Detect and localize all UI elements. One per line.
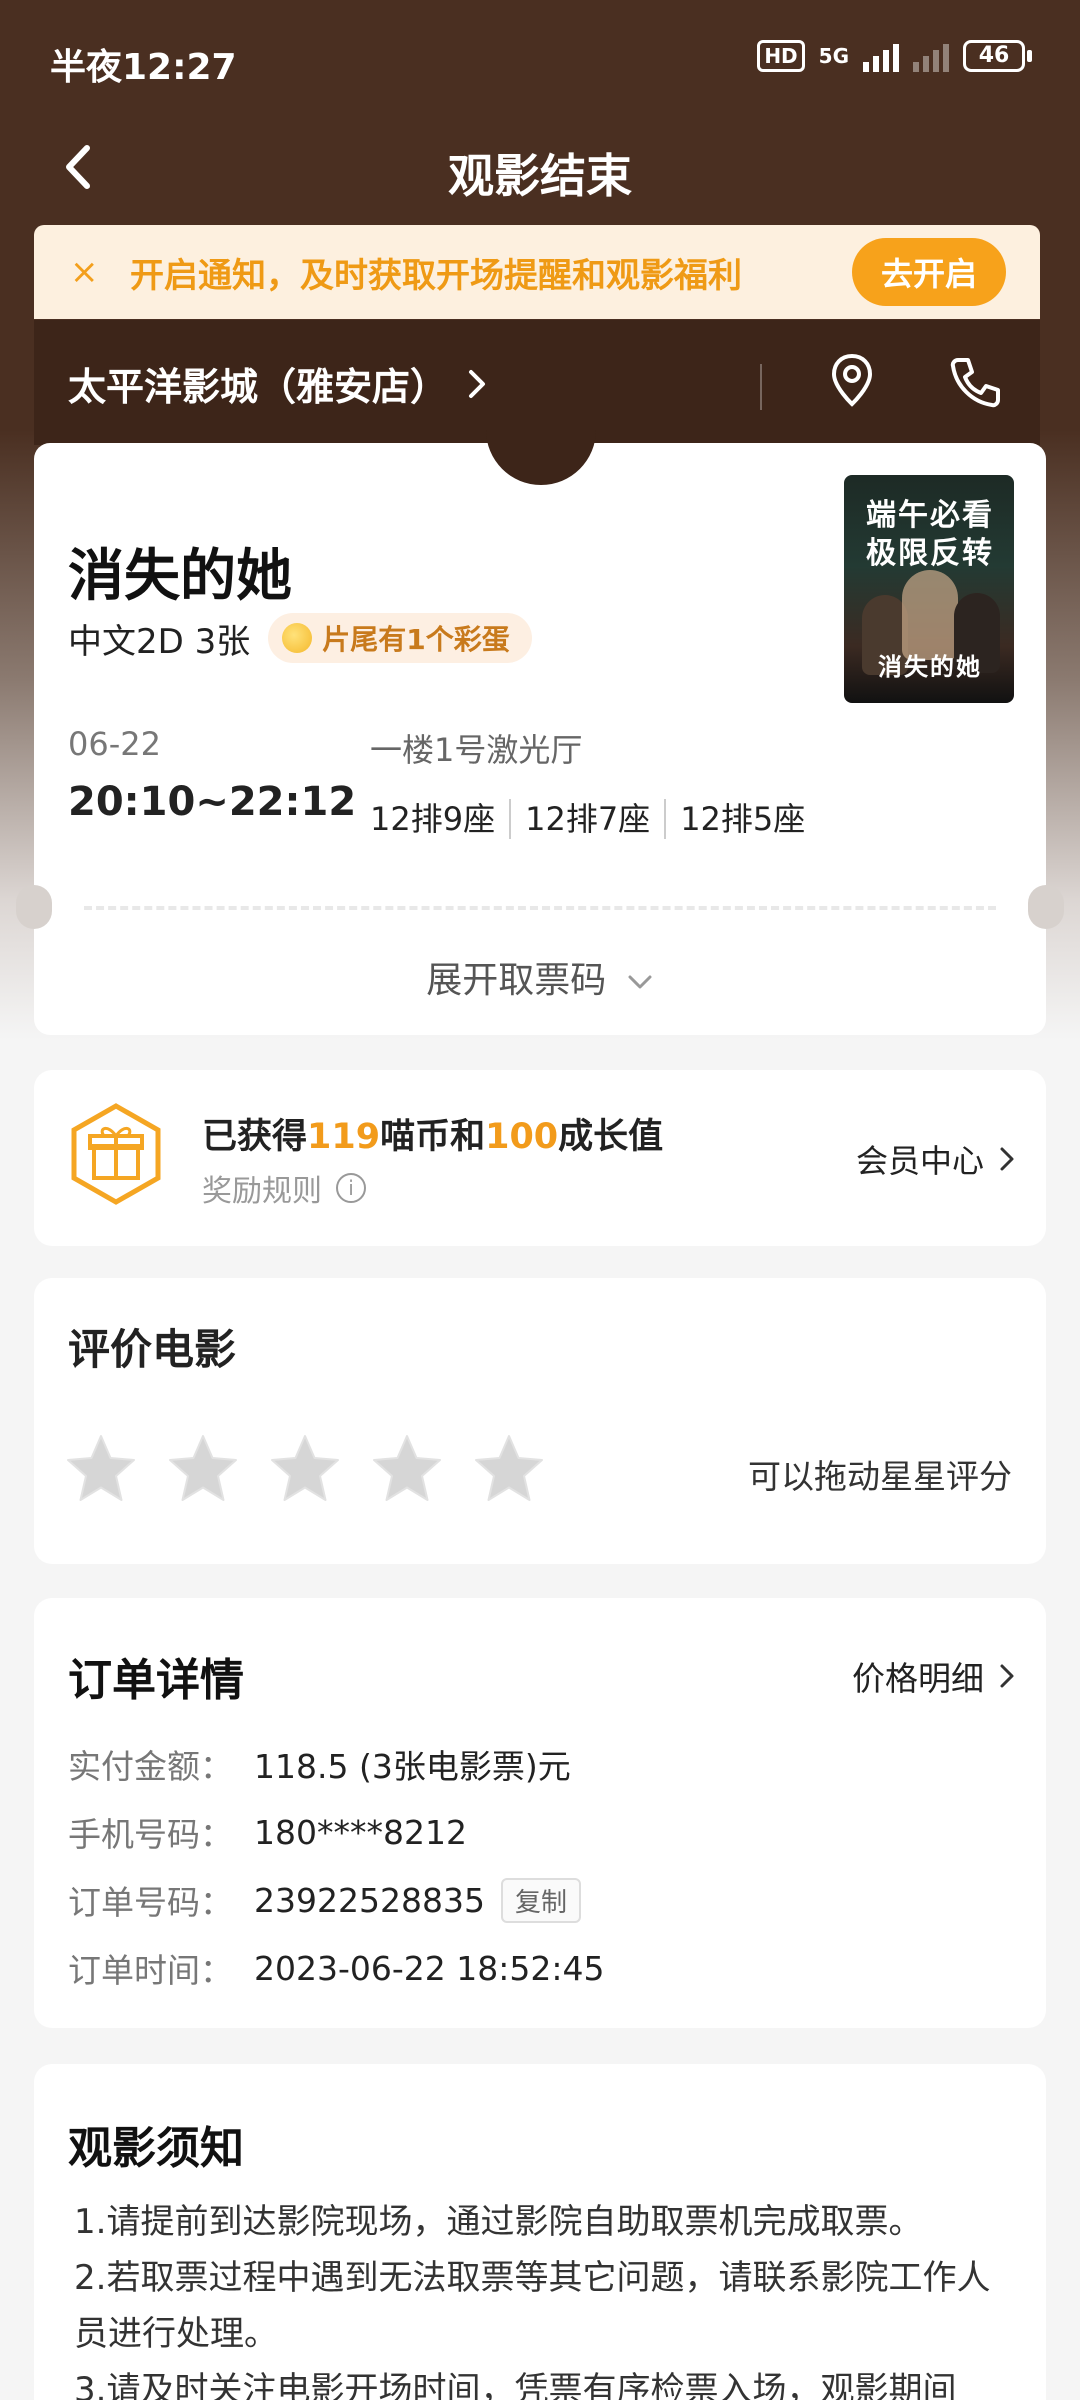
order-row-number: 订单号码： 23922528835 复制	[68, 1876, 581, 1924]
status-time: 半夜12:27	[50, 47, 237, 88]
expand-ticket-code-button[interactable]: 展开取票码	[34, 951, 1046, 1003]
status-bar: 半夜12:27 HD 5G 46	[0, 0, 1080, 122]
show-time: 20:10~22:12	[68, 779, 357, 825]
reward-rule-label: 奖励规则	[202, 1174, 322, 1209]
notice-item: 3.请及时关注电影开场时间，凭票有序检票入场，观影期间	[74, 2370, 957, 2400]
notification-banner: × 开启通知，及时获取开场提醒和观影福利 去开启	[34, 225, 1040, 319]
member-center-link[interactable]: 会员中心	[856, 1136, 1016, 1182]
star-icon[interactable]	[64, 1432, 138, 1506]
reward-title: 已获得119喵币和100成长值	[202, 1108, 663, 1159]
reward-rule-link[interactable]: 奖励规则 i	[202, 1166, 366, 1210]
poster-line1: 端午必看	[866, 498, 994, 533]
seat-list: 12排9座 12排7座 12排5座	[370, 799, 819, 839]
order-card: 订单详情 价格明细 实付金额： 118.5 (3张电影票)元 手机号码： 180…	[34, 1598, 1046, 2028]
poster-line2: 极限反转	[866, 536, 994, 571]
seat: 12排9座	[370, 800, 496, 838]
notice-title: 观影须知	[68, 2123, 244, 2174]
egg-badge-label: 片尾有1个彩蛋	[322, 623, 510, 656]
ticket-format: 中文2D 3张	[68, 621, 251, 662]
network-type: 5G	[818, 44, 849, 68]
notification-text: 开启通知，及时获取开场提醒和观影福利	[130, 255, 742, 296]
ticket-card: 消失的她 中文2D 3张 片尾有1个彩蛋 端午必看 极限反转 消失的她 06-2…	[16, 421, 1064, 1035]
chevron-down-icon	[628, 975, 652, 989]
reward-prefix: 已获得	[202, 1117, 308, 1157]
expand-label: 展开取票码	[426, 960, 607, 1001]
info-icon: i	[336, 1173, 366, 1203]
seat: 12排7座	[509, 799, 664, 839]
reward-suffix: 成长值	[558, 1117, 664, 1157]
growth-value: 100	[485, 1117, 559, 1157]
chevron-right-icon	[1000, 1147, 1014, 1171]
order-row-time: 订单时间： 2023-06-22 18:52:45	[68, 1944, 604, 1992]
ticket-side-notch-left	[16, 885, 52, 929]
location-icon[interactable]	[822, 350, 882, 410]
star-icon[interactable]	[472, 1432, 546, 1506]
order-label: 订单号码：	[68, 1883, 233, 1922]
order-row-amount: 实付金额： 118.5 (3张电影票)元	[68, 1740, 571, 1788]
status-icons: HD 5G 46	[757, 40, 1032, 72]
enable-notification-button[interactable]: 去开启	[852, 238, 1006, 306]
order-label: 订单时间：	[68, 1951, 233, 1990]
nav-bar: 观影结束	[0, 122, 1080, 212]
star-icon[interactable]	[370, 1432, 444, 1506]
chevron-right-icon	[1000, 1664, 1014, 1688]
order-value: 23922528835	[254, 1880, 485, 1920]
poster-text: 端午必看 极限反转 消失的她	[854, 497, 1006, 681]
price-detail-link[interactable]: 价格明细	[852, 1652, 1016, 1700]
signal-icon	[863, 40, 899, 72]
star-icon[interactable]	[166, 1432, 240, 1506]
page-title: 观影结束	[448, 149, 632, 203]
copy-button[interactable]: 复制	[500, 1877, 581, 1923]
order-row-phone: 手机号码： 180****8212	[68, 1808, 467, 1856]
hall-name: 一楼1号激光厅	[370, 731, 583, 769]
phone-icon[interactable]	[944, 352, 1004, 412]
star-rating[interactable]	[64, 1432, 546, 1506]
ticket-divider	[84, 906, 996, 910]
order-value: 2023-06-22 18:52:45	[254, 1948, 605, 1988]
reward-middle: 喵币和	[380, 1117, 486, 1157]
cinema-link[interactable]: 太平洋影城（雅安店）	[68, 356, 488, 411]
coins-value: 119	[307, 1117, 381, 1157]
order-title: 订单详情	[68, 1655, 244, 1706]
rating-hint: 可以拖动星星评分	[748, 1457, 1012, 1496]
poster-title: 消失的她	[878, 652, 982, 681]
ticket-side-notch-right	[1028, 885, 1064, 929]
egg-icon	[282, 623, 313, 653]
rating-title: 评价电影	[68, 1325, 237, 1374]
member-center-label: 会员中心	[855, 1142, 984, 1180]
movie-poster[interactable]: 端午必看 极限反转 消失的她	[844, 475, 1014, 703]
divider	[760, 364, 762, 410]
ticket-notch	[486, 421, 596, 485]
signal-2-icon	[913, 40, 949, 72]
notice-item: 1.请提前到达影院现场，通过影院自助取票机完成取票。	[74, 2202, 923, 2242]
battery-icon: 46	[963, 40, 1032, 72]
close-icon[interactable]: ×	[70, 252, 110, 292]
order-label: 实付金额：	[68, 1747, 233, 1786]
show-date: 06-22	[68, 725, 161, 763]
gift-icon	[71, 1103, 161, 1205]
cinema-name: 太平洋影城（雅安店）	[68, 365, 449, 409]
battery-level: 46	[963, 40, 1025, 72]
seat: 12排5座	[664, 799, 819, 839]
reward-card: 已获得119喵币和100成长值 奖励规则 i 会员中心	[34, 1070, 1046, 1246]
order-label: 手机号码：	[68, 1815, 233, 1854]
movie-title[interactable]: 消失的她	[68, 531, 292, 612]
price-detail-label: 价格明细	[852, 1659, 984, 1698]
notice-item: 2.若取票过程中遇到无法取票等其它问题，请联系影院工作人员进行处理。	[74, 2258, 991, 2354]
order-value: 180****8212	[254, 1812, 467, 1852]
order-value: 118.5 (3张电影票)元	[254, 1747, 571, 1786]
star-icon[interactable]	[268, 1432, 342, 1506]
chevron-right-icon	[469, 369, 486, 398]
easter-egg-badge[interactable]: 片尾有1个彩蛋	[268, 613, 532, 663]
notice-list: 1.请提前到达影院现场，通过影院自助取票机完成取票。 2.若取票过程中遇到无法取…	[74, 2194, 1006, 2400]
movie-meta: 中文2D 3张 片尾有1个彩蛋	[68, 613, 532, 663]
notice-card: 观影须知 1.请提前到达影院现场，通过影院自助取票机完成取票。 2.若取票过程中…	[34, 2064, 1046, 2400]
hd-icon: HD	[757, 40, 805, 72]
rating-card: 评价电影 可以拖动星星评分	[34, 1278, 1046, 1564]
